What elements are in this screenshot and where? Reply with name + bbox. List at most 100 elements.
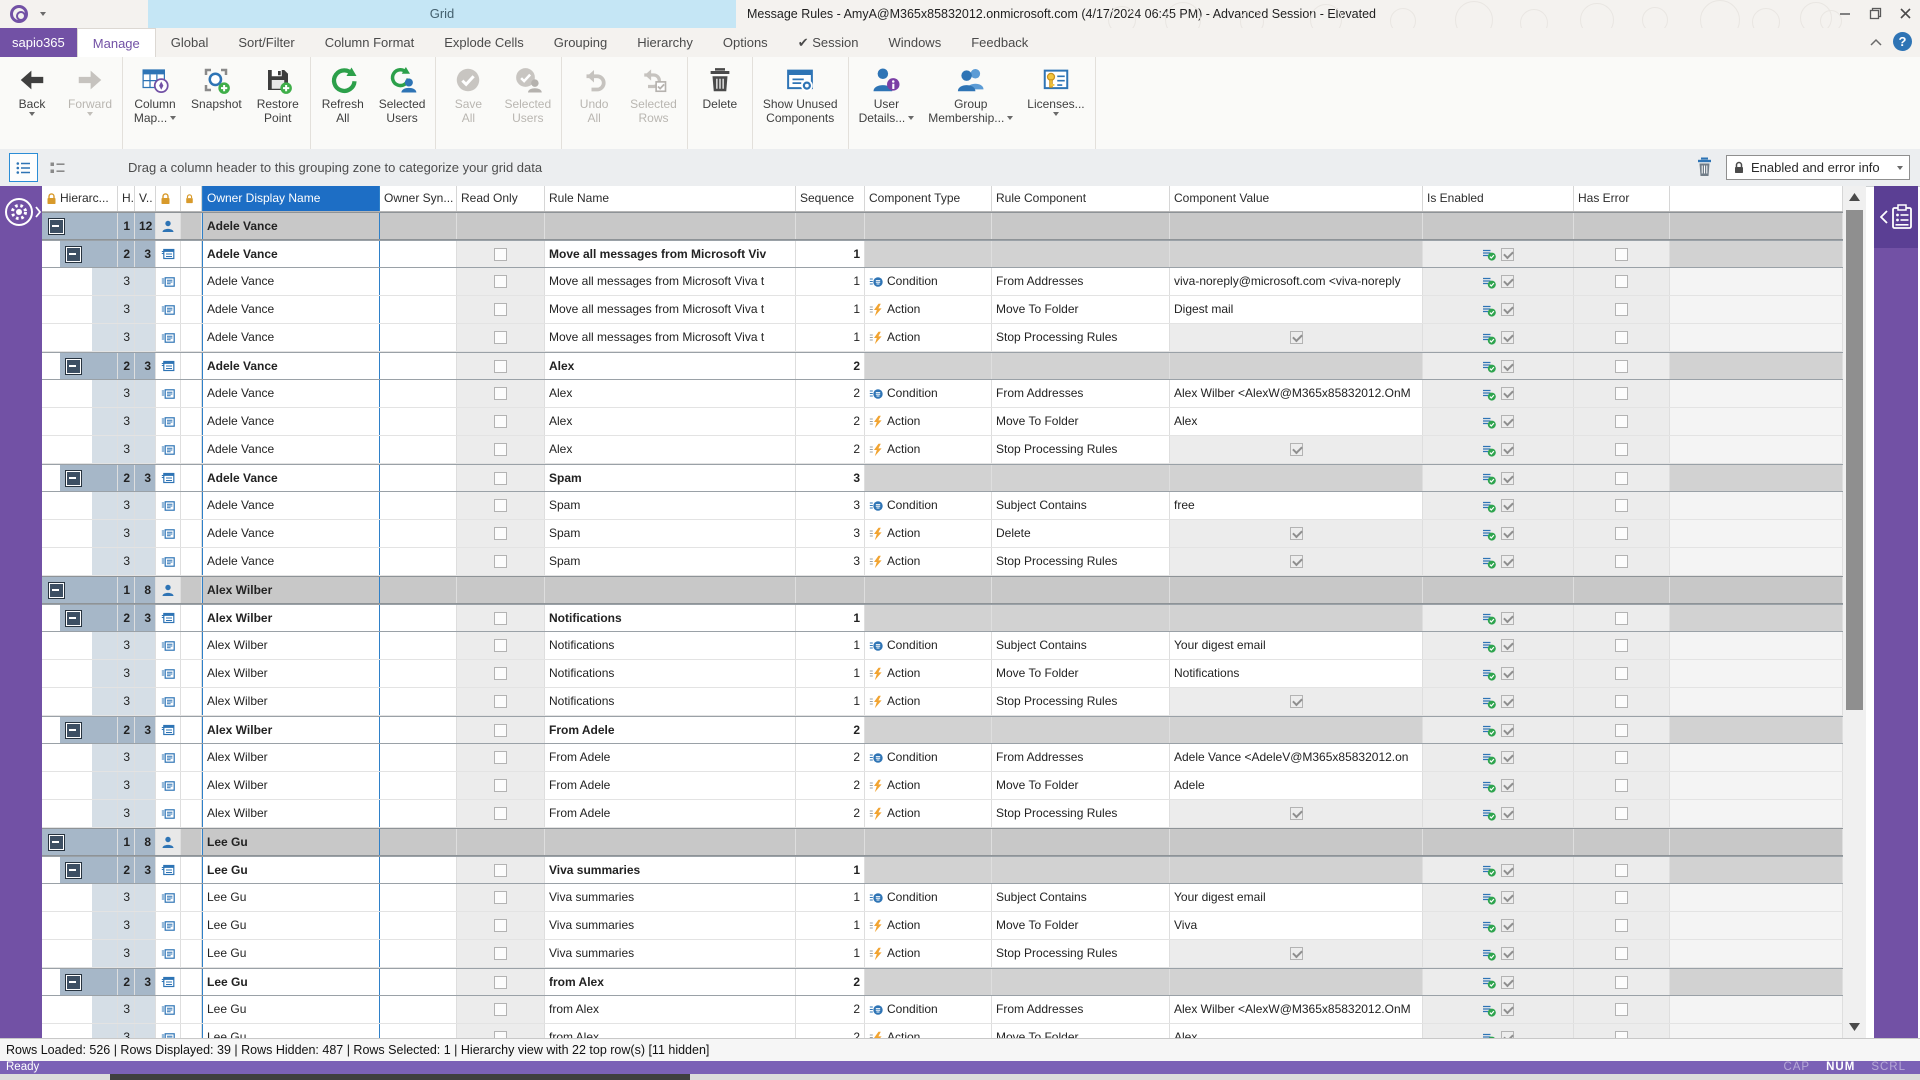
cell-compval[interactable] [1170,324,1423,351]
cell-owner[interactable]: Adele Vance [202,520,380,547]
cell-isenabled[interactable] [1423,912,1574,939]
cell-rulename[interactable]: Move all messages from Microsoft Viva t [545,324,796,351]
cell-ownersyn[interactable] [380,688,457,715]
cell-compval[interactable] [1170,857,1423,883]
cell-seq[interactable]: 1 [796,241,865,267]
cell-isenabled[interactable] [1423,744,1574,771]
cell-rulecomp[interactable] [992,213,1170,239]
cell-owner[interactable]: Alex Wilber [202,632,380,659]
cell-compval[interactable]: Your digest email [1170,884,1423,911]
cell-lock2[interactable] [181,577,202,603]
cell-ownersyn[interactable] [380,324,457,351]
cell-rulename[interactable]: From Adele [545,800,796,827]
cell-rulename[interactable]: Notifications [545,688,796,715]
column-header-seq[interactable]: Sequence [796,186,865,211]
cell-readonly[interactable] [457,296,545,323]
cell-lock2[interactable] [181,717,202,743]
cell-rulecomp[interactable]: Stop Processing Rules [992,548,1170,575]
checkbox-unchecked[interactable] [1615,891,1628,904]
cell-rulecomp[interactable]: From Addresses [992,744,1170,771]
cell-v[interactable] [135,660,156,687]
checkbox-unchecked[interactable] [494,724,507,737]
clear-filter-trash-icon[interactable] [1694,156,1715,183]
cell-compval[interactable]: viva-noreply@microsoft.com <viva-noreply [1170,268,1423,295]
cell-haserror[interactable] [1574,688,1670,715]
cell-expand[interactable] [42,632,118,659]
cell-comptype[interactable]: Condition [865,268,992,295]
cell-expand[interactable] [42,688,118,715]
cell-rulename[interactable]: Move all messages from Microsoft Viva t [545,268,796,295]
cell-comptype[interactable] [865,969,992,995]
right-collapsed-panel[interactable] [1874,186,1918,1038]
cell-readonly[interactable] [457,520,545,547]
cell-owner[interactable]: Alex Wilber [202,577,380,603]
cell-icon[interactable] [156,800,181,827]
cell-ownersyn[interactable] [380,520,457,547]
checkbox-checked[interactable] [1290,331,1303,344]
checkbox-unchecked[interactable] [494,527,507,540]
tab-explode-cells[interactable]: Explode Cells [429,28,539,57]
cell-icon[interactable] [156,940,181,967]
cell-rulecomp[interactable]: Stop Processing Rules [992,940,1170,967]
cell-icon[interactable] [156,408,181,435]
cell-v[interactable] [135,800,156,827]
cell-h[interactable]: 2 [118,969,135,995]
grid-row-level-3[interactable]: 3Adele VanceAlex2ActionMove To FolderAle… [42,408,1843,436]
cell-v[interactable] [135,408,156,435]
cell-compval[interactable] [1170,520,1423,547]
column-map-button[interactable]: ColumnMap... [126,60,184,127]
quick-access-dropdown-icon[interactable] [40,12,46,16]
undo-all-button[interactable]: UndoAll [565,60,623,127]
checkbox-unchecked[interactable] [494,947,507,960]
cell-expand[interactable] [42,884,118,911]
vertical-scrollbar[interactable] [1843,186,1866,1038]
cell-seq[interactable]: 2 [796,772,865,799]
tab-hierarchy[interactable]: Hierarchy [622,28,708,57]
cell-lock2[interactable] [181,1024,202,1038]
grid-row-level-2[interactable]: 23Alex WilberNotifications1 [42,604,1843,632]
scroll-down-button[interactable] [1843,1016,1866,1038]
cell-h[interactable]: 3 [118,268,135,295]
collapse-expand-box[interactable] [48,218,65,235]
checkbox-unchecked[interactable] [494,807,507,820]
cell-readonly[interactable] [457,717,545,743]
checkbox-unchecked[interactable] [1615,387,1628,400]
cell-lock2[interactable] [181,772,202,799]
grid-row-level-3[interactable]: 3Lee GuViva summaries1ActionMove To Fold… [42,912,1843,940]
checkbox-unchecked[interactable] [1615,555,1628,568]
cell-icon[interactable] [156,241,181,267]
grid-row-level-3[interactable]: 3Alex WilberFrom Adele2ActionMove To Fol… [42,772,1843,800]
cell-ownersyn[interactable] [380,1024,457,1038]
cell-ownersyn[interactable] [380,296,457,323]
cell-rulecomp[interactable] [992,465,1170,491]
cell-readonly[interactable] [457,800,545,827]
grid-row-level-3[interactable]: 3Alex WilberFrom Adele2ActionStop Proces… [42,800,1843,828]
cell-expand[interactable] [42,213,118,239]
cell-lock2[interactable] [181,829,202,855]
checkbox-checked[interactable] [1501,1031,1514,1038]
cell-seq[interactable]: 2 [796,436,865,463]
cell-expand[interactable] [42,996,118,1023]
cell-v[interactable] [135,912,156,939]
cell-expand[interactable] [42,800,118,827]
cell-v[interactable] [135,884,156,911]
cell-haserror[interactable] [1574,800,1670,827]
checkbox-checked[interactable] [1501,891,1514,904]
checkbox-checked[interactable] [1501,360,1514,373]
cell-v[interactable] [135,296,156,323]
cell-seq[interactable]: 2 [796,408,865,435]
cell-ownersyn[interactable] [380,772,457,799]
cell-haserror[interactable] [1574,213,1670,239]
cell-comptype[interactable] [865,353,992,379]
cell-rulename[interactable]: Spam [545,548,796,575]
cell-h[interactable]: 3 [118,772,135,799]
checkbox-unchecked[interactable] [494,864,507,877]
cell-isenabled[interactable] [1423,380,1574,407]
cell-expand[interactable] [42,353,118,379]
cell-lock2[interactable] [181,884,202,911]
cell-compval[interactable]: Viva [1170,912,1423,939]
cell-expand[interactable] [42,772,118,799]
cell-compval[interactable]: free [1170,492,1423,519]
checkbox-unchecked[interactable] [1615,415,1628,428]
cell-compval[interactable] [1170,241,1423,267]
